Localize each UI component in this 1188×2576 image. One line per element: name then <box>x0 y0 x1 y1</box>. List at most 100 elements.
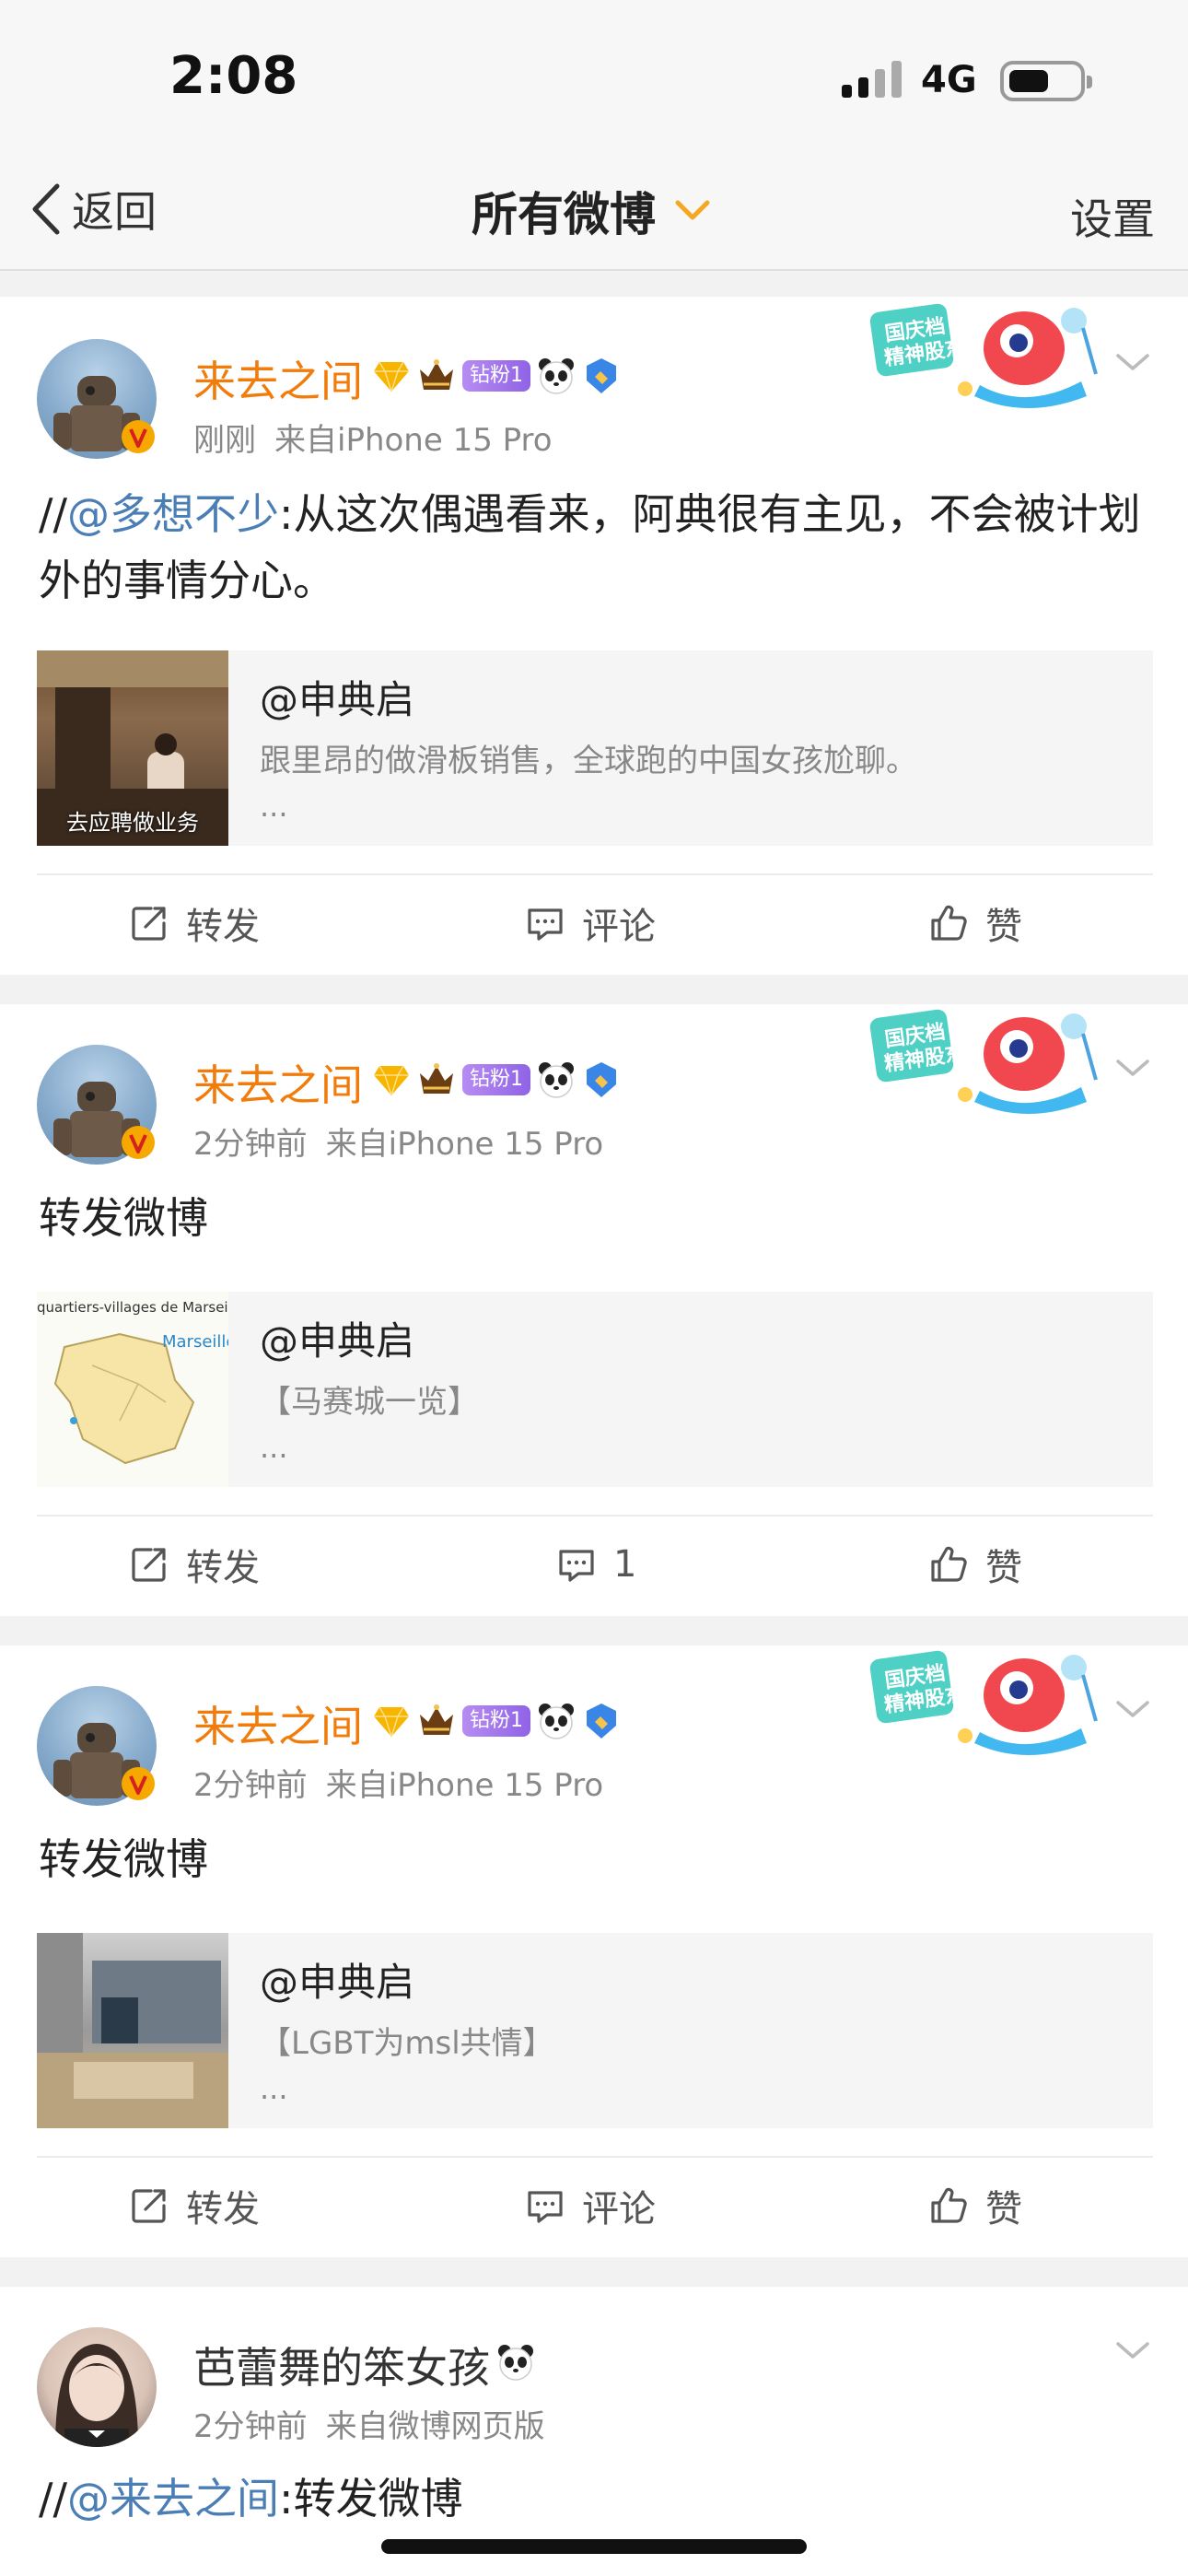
like-label: 赞 <box>985 1547 1022 1589</box>
like-button[interactable]: 赞 <box>928 875 1022 971</box>
more-options-chevron-icon[interactable] <box>1112 1697 1153 1723</box>
share-edit-icon <box>129 1544 169 1585</box>
more-options-chevron-icon[interactable] <box>1112 350 1153 376</box>
verified-v-icon <box>118 416 158 457</box>
quote-text: 【马赛城一览】 <box>260 1384 479 1421</box>
repost-button[interactable]: 转发 <box>129 875 260 971</box>
more-options-chevron-icon[interactable] <box>1112 2338 1153 2364</box>
quote-author[interactable]: @申典启 <box>260 669 414 725</box>
action-bar: 转发 1 赞 <box>37 1515 1153 1610</box>
action-bar: 转发 评论 赞 <box>37 2156 1153 2252</box>
comment-label: 评论 <box>582 906 656 948</box>
share-edit-icon <box>129 903 169 943</box>
user-badges: 钻粉1 <box>372 1060 621 1100</box>
repost-button[interactable]: 转发 <box>129 1516 260 1612</box>
post-card[interactable]: 来去之间 钻粉1 2分钟前 来自iPhone 15 Pro 转发微博 @申典启 【… <box>0 1645 1188 2257</box>
signal-icon <box>842 61 906 98</box>
blue-badge-icon <box>582 1702 621 1740</box>
share-edit-icon <box>129 2185 169 2226</box>
home-indicator[interactable] <box>381 2539 807 2554</box>
post-time: 2分钟前 <box>193 1767 308 1804</box>
chevron-left-icon <box>32 183 60 235</box>
quote-text: 【LGBT为msl共情】 <box>260 2025 554 2062</box>
verified-v-icon <box>118 1763 158 1804</box>
quote-author[interactable]: @申典启 <box>260 1310 414 1366</box>
quoted-post[interactable]: 去应聘做业务 @申典启 跟里昂的做滑板销售，全球跑的中国女孩尬聊。 ... <box>37 650 1153 846</box>
fan-level-badge: 钻粉1 <box>462 1064 530 1095</box>
thumbnail-map-label: Marseille <box>162 1332 228 1352</box>
back-button[interactable]: 返回 <box>28 179 157 240</box>
feed-filter-dropdown[interactable]: 所有微博 <box>472 181 713 241</box>
username[interactable]: 来去之间 <box>193 348 363 409</box>
avatar[interactable] <box>37 2327 157 2447</box>
comment-button[interactable]: 1 <box>556 1516 636 1612</box>
quoted-post[interactable]: @申典启 【LGBT为msl共情】 ... <box>37 1933 1153 2128</box>
national-day-banner-icon[interactable] <box>869 300 1105 411</box>
post-text: 转发微博 <box>39 1834 208 1884</box>
post-source: 来自iPhone 15 Pro <box>325 1126 604 1163</box>
text-prefix: // <box>39 489 67 539</box>
quoted-post[interactable]: quartiers-villages de Marseille Marseille… <box>37 1292 1153 1487</box>
username[interactable]: 芭蕾舞的笨女孩 <box>193 2335 490 2395</box>
post-card[interactable]: 来去之间 钻粉1 刚刚 来自iPhone 15 Pro //@多想不少:从这次偶遇… <box>0 297 1188 975</box>
post-meta: 刚刚 来自iPhone 15 Pro <box>193 415 553 460</box>
post-text: //@多想不少:从这次偶遇看来，阿典很有主见，不会被计划外的事情分心。 <box>39 481 1153 614</box>
repost-label: 转发 <box>186 2188 260 2231</box>
post-card[interactable]: 芭蕾舞的笨女孩 2分钟前 来自微博网页版 //@来去之间:转发微博 <box>0 2287 1188 2576</box>
blue-badge-icon <box>582 357 621 395</box>
quote-author[interactable]: @申典启 <box>260 1951 414 2008</box>
national-day-banner-icon[interactable] <box>869 1006 1105 1117</box>
crown-icon <box>416 1060 457 1099</box>
panda-icon <box>536 356 577 396</box>
settings-button[interactable]: 设置 <box>1070 186 1155 247</box>
post-time: 2分钟前 <box>193 1126 308 1163</box>
battery-icon <box>1000 61 1092 101</box>
post-source: 来自微博网页版 <box>325 2408 545 2445</box>
vip-diamond-icon <box>372 1702 411 1740</box>
national-day-banner-icon[interactable] <box>869 1647 1105 1758</box>
post-time: 2分钟前 <box>193 2408 308 2445</box>
comment-label: 评论 <box>582 2188 656 2231</box>
username[interactable]: 来去之间 <box>193 1693 363 1754</box>
username[interactable]: 来去之间 <box>193 1052 363 1113</box>
repost-label: 转发 <box>186 1547 260 1589</box>
like-button[interactable]: 赞 <box>928 1516 1022 1612</box>
network-type: 4G <box>921 59 977 101</box>
post-meta: 2分钟前 来自iPhone 15 Pro <box>193 1760 603 1805</box>
like-label: 赞 <box>985 2188 1022 2231</box>
comment-button[interactable]: 评论 <box>525 2158 656 2254</box>
mention-link[interactable]: @来去之间 <box>67 2474 279 2523</box>
comment-icon <box>525 903 565 943</box>
quote-more: ... <box>260 2071 288 2106</box>
comment-button[interactable]: 评论 <box>525 875 656 971</box>
quote-more: ... <box>260 1430 288 1465</box>
thumbnail-caption: 去应聘做业务 <box>66 810 199 836</box>
crown-icon <box>416 1702 457 1740</box>
status-time: 2:08 <box>169 46 298 106</box>
page-title: 所有微博 <box>472 188 656 241</box>
thumbnail-caption: quartiers-villages de Marseille <box>37 1299 228 1316</box>
back-label: 返回 <box>72 187 157 237</box>
nav-bar: 返回 所有微博 设置 <box>0 147 1188 271</box>
fan-level-badge: 钻粉1 <box>462 360 530 392</box>
user-badges: 钻粉1 <box>372 1701 621 1741</box>
repost-button[interactable]: 转发 <box>129 2158 260 2254</box>
text-prefix: // <box>39 2474 67 2523</box>
fan-level-badge: 钻粉1 <box>462 1705 530 1737</box>
post-card[interactable]: 来去之间 钻粉1 2分钟前 来自iPhone 15 Pro 转发微博 quarti… <box>0 1004 1188 1616</box>
comment-icon <box>525 2185 565 2226</box>
post-time: 刚刚 <box>193 422 256 459</box>
like-button[interactable]: 赞 <box>928 2158 1022 2254</box>
user-badges: 钻粉1 <box>372 356 621 396</box>
comment-count: 1 <box>613 1543 637 1586</box>
thumbs-up-icon <box>928 903 969 943</box>
crown-icon <box>416 357 457 395</box>
like-label: 赞 <box>985 906 1022 948</box>
mention-link[interactable]: @多想不少 <box>67 489 279 539</box>
status-bar: 2:08 4G <box>0 0 1188 147</box>
panda-icon <box>536 1060 577 1100</box>
more-options-chevron-icon[interactable] <box>1112 1056 1153 1082</box>
thumbs-up-icon <box>928 1544 969 1585</box>
panda-icon <box>536 1701 577 1741</box>
post-meta: 2分钟前 来自iPhone 15 Pro <box>193 1118 603 1164</box>
